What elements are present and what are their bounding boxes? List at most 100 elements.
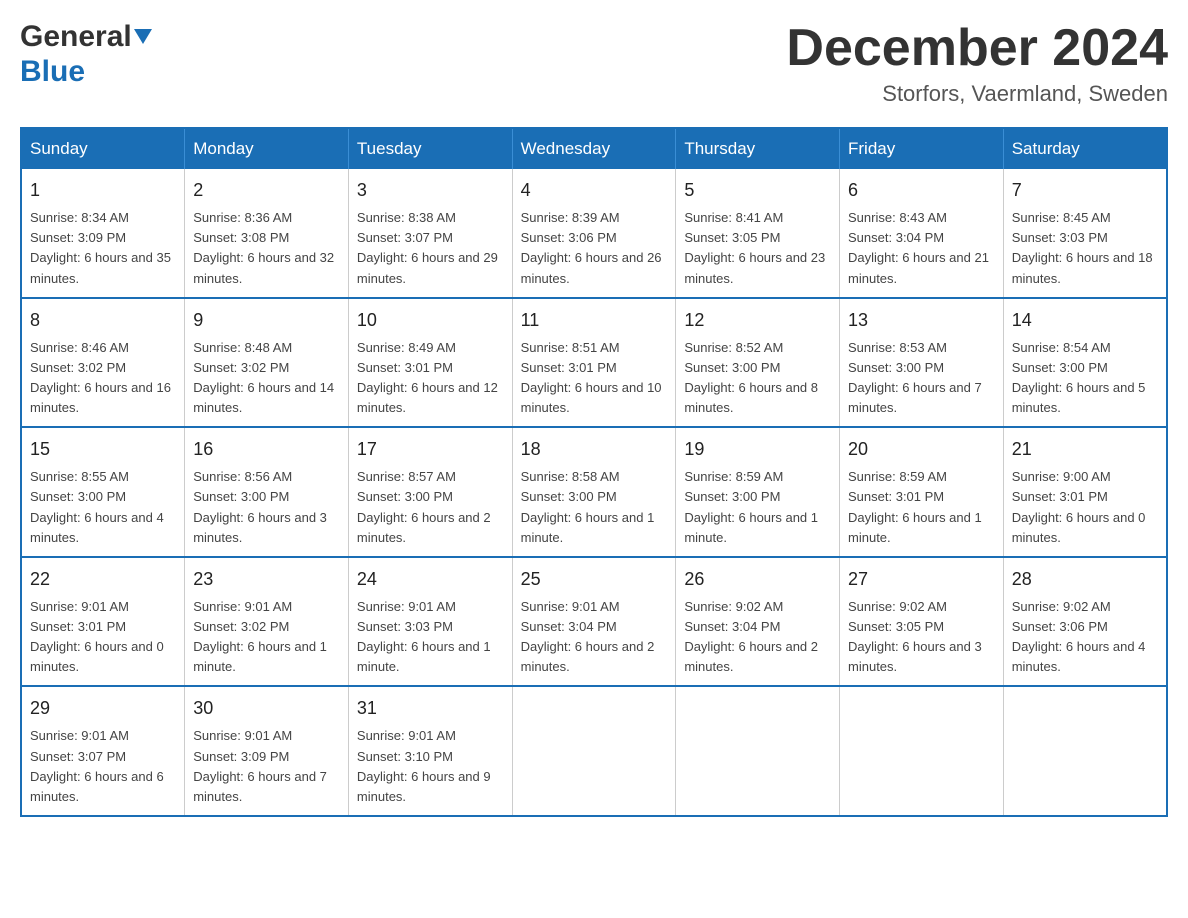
day-number: 19 <box>684 436 831 463</box>
calendar-cell <box>512 686 676 816</box>
day-info: Sunrise: 8:57 AMSunset: 3:00 PMDaylight:… <box>357 467 504 548</box>
day-info: Sunrise: 9:02 AMSunset: 3:06 PMDaylight:… <box>1012 597 1158 678</box>
day-number: 20 <box>848 436 995 463</box>
calendar-cell: 26Sunrise: 9:02 AMSunset: 3:04 PMDayligh… <box>676 557 840 687</box>
day-info: Sunrise: 9:01 AMSunset: 3:09 PMDaylight:… <box>193 726 340 807</box>
day-info: Sunrise: 9:01 AMSunset: 3:03 PMDaylight:… <box>357 597 504 678</box>
day-number: 15 <box>30 436 176 463</box>
logo-blue-text: Blue <box>20 55 152 90</box>
day-info: Sunrise: 8:49 AMSunset: 3:01 PMDaylight:… <box>357 338 504 419</box>
day-number: 16 <box>193 436 340 463</box>
calendar-week-row: 22Sunrise: 9:01 AMSunset: 3:01 PMDayligh… <box>21 557 1167 687</box>
calendar-cell: 29 Sunrise: 9:01 AMSunset: 3:07 PMDayligh… <box>21 686 185 816</box>
day-info: Sunrise: 9:01 AMSunset: 3:01 PMDaylight:… <box>30 597 176 678</box>
calendar-cell: 11Sunrise: 8:51 AMSunset: 3:01 PMDayligh… <box>512 298 676 428</box>
calendar-cell: 10 Sunrise: 8:49 AMSunset: 3:01 PMDayligh… <box>348 298 512 428</box>
day-info: Sunrise: 9:01 AMSunset: 3:07 PMDaylight:… <box>30 726 176 807</box>
day-number: 6 <box>848 177 995 204</box>
calendar-table: SundayMondayTuesdayWednesdayThursdayFrid… <box>20 127 1168 817</box>
day-number: 5 <box>684 177 831 204</box>
calendar-cell: 21 Sunrise: 9:00 AMSunset: 3:01 PMDayligh… <box>1003 427 1167 557</box>
calendar-cell: 3 Sunrise: 8:38 AMSunset: 3:07 PMDaylight… <box>348 169 512 298</box>
day-number: 18 <box>521 436 668 463</box>
day-info: Sunrise: 9:01 AMSunset: 3:04 PMDaylight:… <box>521 597 668 678</box>
day-number: 9 <box>193 307 340 334</box>
day-number: 1 <box>30 177 176 204</box>
day-info: Sunrise: 9:00 AMSunset: 3:01 PMDaylight:… <box>1012 467 1158 548</box>
day-number: 4 <box>521 177 668 204</box>
day-number: 8 <box>30 307 176 334</box>
day-info: Sunrise: 8:39 AMSunset: 3:06 PMDaylight:… <box>521 208 668 289</box>
day-number: 14 <box>1012 307 1158 334</box>
day-number: 31 <box>357 695 504 722</box>
calendar-cell: 18 Sunrise: 8:58 AMSunset: 3:00 PMDayligh… <box>512 427 676 557</box>
calendar-header-row: SundayMondayTuesdayWednesdayThursdayFrid… <box>21 128 1167 169</box>
calendar-cell: 20 Sunrise: 8:59 AMSunset: 3:01 PMDayligh… <box>840 427 1004 557</box>
calendar-week-row: 15 Sunrise: 8:55 AMSunset: 3:00 PMDayligh… <box>21 427 1167 557</box>
calendar-cell: 5Sunrise: 8:41 AMSunset: 3:05 PMDaylight… <box>676 169 840 298</box>
day-number: 25 <box>521 566 668 593</box>
col-header-saturday: Saturday <box>1003 128 1167 169</box>
day-info: Sunrise: 8:52 AMSunset: 3:00 PMDaylight:… <box>684 338 831 419</box>
day-number: 29 <box>30 695 176 722</box>
day-info: Sunrise: 8:56 AMSunset: 3:00 PMDaylight:… <box>193 467 340 548</box>
day-info: Sunrise: 8:55 AMSunset: 3:00 PMDaylight:… <box>30 467 176 548</box>
day-info: Sunrise: 8:53 AMSunset: 3:00 PMDaylight:… <box>848 338 995 419</box>
col-header-thursday: Thursday <box>676 128 840 169</box>
col-header-sunday: Sunday <box>21 128 185 169</box>
day-number: 17 <box>357 436 504 463</box>
day-number: 30 <box>193 695 340 722</box>
day-number: 21 <box>1012 436 1158 463</box>
calendar-cell: 12Sunrise: 8:52 AMSunset: 3:00 PMDayligh… <box>676 298 840 428</box>
calendar-cell: 24 Sunrise: 9:01 AMSunset: 3:03 PMDayligh… <box>348 557 512 687</box>
day-info: Sunrise: 9:01 AMSunset: 3:10 PMDaylight:… <box>357 726 504 807</box>
calendar-cell: 14 Sunrise: 8:54 AMSunset: 3:00 PMDayligh… <box>1003 298 1167 428</box>
col-header-monday: Monday <box>185 128 349 169</box>
calendar-cell: 7Sunrise: 8:45 AMSunset: 3:03 PMDaylight… <box>1003 169 1167 298</box>
page-header: General Blue December 2024 Storfors, Vae… <box>20 20 1168 107</box>
day-info: Sunrise: 8:38 AMSunset: 3:07 PMDaylight:… <box>357 208 504 289</box>
day-info: Sunrise: 8:46 AMSunset: 3:02 PMDaylight:… <box>30 338 176 419</box>
calendar-cell: 15 Sunrise: 8:55 AMSunset: 3:00 PMDayligh… <box>21 427 185 557</box>
calendar-cell: 28Sunrise: 9:02 AMSunset: 3:06 PMDayligh… <box>1003 557 1167 687</box>
calendar-cell: 22Sunrise: 9:01 AMSunset: 3:01 PMDayligh… <box>21 557 185 687</box>
title-section: December 2024 Storfors, Vaermland, Swede… <box>786 20 1168 107</box>
calendar-cell: 27 Sunrise: 9:02 AMSunset: 3:05 PMDayligh… <box>840 557 1004 687</box>
day-info: Sunrise: 8:51 AMSunset: 3:01 PMDaylight:… <box>521 338 668 419</box>
calendar-week-row: 8 Sunrise: 8:46 AMSunset: 3:02 PMDaylight… <box>21 298 1167 428</box>
day-info: Sunrise: 8:58 AMSunset: 3:00 PMDaylight:… <box>521 467 668 548</box>
logo-triangle-icon <box>134 29 152 44</box>
calendar-week-row: 29 Sunrise: 9:01 AMSunset: 3:07 PMDayligh… <box>21 686 1167 816</box>
day-number: 27 <box>848 566 995 593</box>
calendar-cell: 9 Sunrise: 8:48 AMSunset: 3:02 PMDaylight… <box>185 298 349 428</box>
calendar-cell: 2Sunrise: 8:36 AMSunset: 3:08 PMDaylight… <box>185 169 349 298</box>
calendar-cell <box>1003 686 1167 816</box>
day-info: Sunrise: 8:34 AMSunset: 3:09 PMDaylight:… <box>30 208 176 289</box>
day-info: Sunrise: 9:01 AMSunset: 3:02 PMDaylight:… <box>193 597 340 678</box>
calendar-cell: 19 Sunrise: 8:59 AMSunset: 3:00 PMDayligh… <box>676 427 840 557</box>
logo: General Blue <box>20 20 152 89</box>
day-info: Sunrise: 8:54 AMSunset: 3:00 PMDaylight:… <box>1012 338 1158 419</box>
day-info: Sunrise: 9:02 AMSunset: 3:04 PMDaylight:… <box>684 597 831 678</box>
day-number: 7 <box>1012 177 1158 204</box>
calendar-cell: 31 Sunrise: 9:01 AMSunset: 3:10 PMDayligh… <box>348 686 512 816</box>
day-info: Sunrise: 8:36 AMSunset: 3:08 PMDaylight:… <box>193 208 340 289</box>
day-number: 24 <box>357 566 504 593</box>
calendar-cell: 6 Sunrise: 8:43 AMSunset: 3:04 PMDaylight… <box>840 169 1004 298</box>
day-info: Sunrise: 8:59 AMSunset: 3:00 PMDaylight:… <box>684 467 831 548</box>
day-info: Sunrise: 8:59 AMSunset: 3:01 PMDaylight:… <box>848 467 995 548</box>
calendar-cell: 30 Sunrise: 9:01 AMSunset: 3:09 PMDayligh… <box>185 686 349 816</box>
location-subtitle: Storfors, Vaermland, Sweden <box>786 81 1168 107</box>
day-info: Sunrise: 8:43 AMSunset: 3:04 PMDaylight:… <box>848 208 995 289</box>
day-info: Sunrise: 9:02 AMSunset: 3:05 PMDaylight:… <box>848 597 995 678</box>
col-header-friday: Friday <box>840 128 1004 169</box>
day-number: 13 <box>848 307 995 334</box>
calendar-cell: 1 Sunrise: 8:34 AMSunset: 3:09 PMDaylight… <box>21 169 185 298</box>
calendar-cell: 4 Sunrise: 8:39 AMSunset: 3:06 PMDaylight… <box>512 169 676 298</box>
logo-general-text: General <box>20 20 132 53</box>
day-number: 10 <box>357 307 504 334</box>
day-info: Sunrise: 8:48 AMSunset: 3:02 PMDaylight:… <box>193 338 340 419</box>
day-number: 3 <box>357 177 504 204</box>
col-header-tuesday: Tuesday <box>348 128 512 169</box>
calendar-cell: 25 Sunrise: 9:01 AMSunset: 3:04 PMDayligh… <box>512 557 676 687</box>
